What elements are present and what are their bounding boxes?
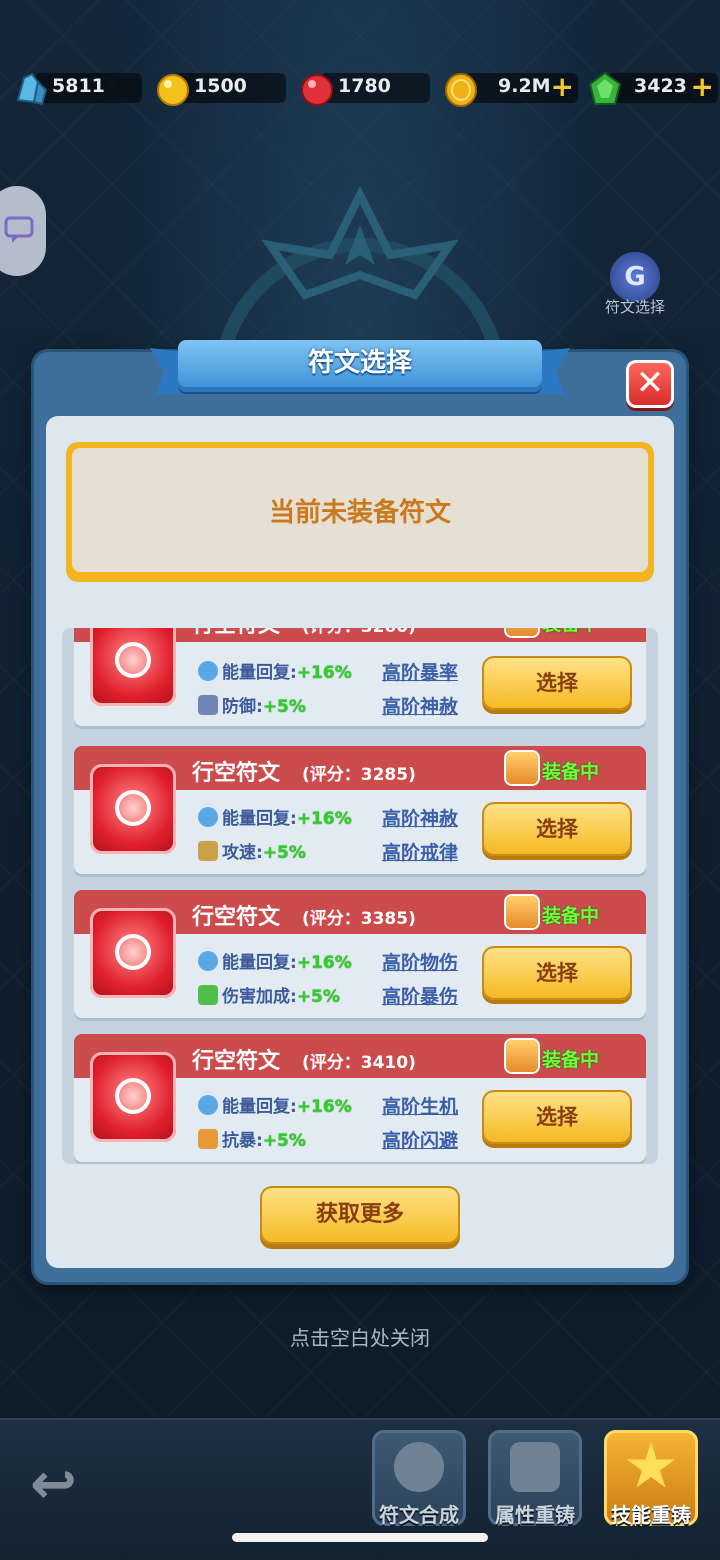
energy-drop-icon	[198, 951, 218, 971]
rune-stat-1: 能量回复:+16%	[198, 1092, 352, 1117]
green-gem-icon	[588, 71, 622, 105]
rune-card: 行空符文 (评分：3260) 装备中 能量回复:+16% 防御:+5% 高阶暴率…	[74, 628, 646, 726]
rune-bonus-link-2[interactable]: 高阶神赦	[382, 692, 458, 719]
energy-drop-icon	[198, 807, 218, 827]
anvil-icon	[510, 1442, 560, 1492]
add-gem-button[interactable]: +	[691, 72, 714, 102]
get-more-button[interactable]: 获取更多	[260, 1186, 460, 1244]
tool-rune-synthesis[interactable]: 符文合成	[372, 1430, 466, 1527]
rune-stat-1: 能量回复:+16%	[198, 658, 352, 683]
tap-to-close-hint: 点击空白处关闭	[290, 1326, 430, 1350]
rune-select-side-button[interactable]: G 符文选择	[598, 252, 672, 322]
equipped-status: 装备中	[542, 1049, 600, 1071]
current-rune-empty-text: 当前未装备符文	[268, 498, 451, 528]
rune-name: 行空符文	[192, 761, 281, 786]
rune-name: 行空符文	[192, 628, 280, 639]
rune-score: (评分：3285)	[302, 765, 416, 785]
hero-avatar-icon	[506, 896, 538, 928]
select-rune-button[interactable]: 选择	[482, 802, 632, 856]
rune-select-label: 符文选择	[604, 298, 665, 316]
rune-synthesis-icon	[394, 1442, 444, 1492]
close-button[interactable]: ✕	[626, 360, 674, 408]
home-indicator[interactable]	[232, 1533, 488, 1542]
resource-value: 3423	[634, 75, 687, 97]
crit-resist-icon	[198, 1129, 218, 1149]
gold-orb-icon	[157, 74, 189, 106]
rune-bonus-link-1[interactable]: 高阶神赦	[382, 804, 458, 831]
sword-icon	[198, 841, 218, 861]
red-rune-gem-icon	[90, 628, 176, 706]
current-rune-slot: 当前未装备符文	[66, 442, 654, 582]
tool-label: 技能重铸	[611, 1503, 691, 1527]
rune-card: 行空符文 (评分：3285) 装备中 能量回复:+16% 攻速:+5% 高阶神赦…	[74, 746, 646, 874]
resource-value: 1500	[194, 75, 247, 97]
select-rune-button[interactable]: 选择	[482, 1090, 632, 1144]
hero-avatar-icon	[506, 1040, 538, 1072]
rune-list[interactable]: 行空符文 (评分：3260) 装备中 能量回复:+16% 防御:+5% 高阶暴率…	[62, 628, 658, 1164]
hero-avatar-icon	[506, 628, 538, 636]
tool-skill-reforge[interactable]: 技能重铸	[604, 1430, 698, 1527]
shield-icon	[198, 695, 218, 715]
rune-card: 行空符文 (评分：3385) 装备中 能量回复:+16% 伤害加成:+5% 高阶…	[74, 890, 646, 1018]
tool-label: 符文合成	[379, 1503, 459, 1527]
resource-value: 9.2M	[498, 75, 551, 97]
rune-bonus-link-1[interactable]: 高阶暴率	[382, 658, 458, 685]
resource-green-gem[interactable]: 3423 +	[586, 70, 718, 108]
resource-gold-coin[interactable]: 9.2M +	[442, 70, 578, 108]
rune-bonus-link-1[interactable]: 高阶生机	[382, 1092, 458, 1119]
select-rune-button[interactable]: 选择	[482, 946, 632, 1000]
rune-score: (评分：3260)	[302, 628, 416, 637]
energy-drop-icon	[198, 1095, 218, 1115]
add-coin-button[interactable]: +	[551, 72, 574, 102]
tool-attribute-reforge[interactable]: 属性重铸	[488, 1430, 582, 1527]
red-rune-gem-icon	[90, 1052, 176, 1142]
equipped-status: 装备中	[542, 761, 600, 783]
resource-blue-crystal: 5811	[12, 70, 142, 108]
rune-stat-2: 攻速:+5%	[198, 838, 306, 863]
rune-bonus-link-2[interactable]: 高阶暴伤	[382, 982, 458, 1009]
rune-bonus-link-1[interactable]: 高阶物伤	[382, 948, 458, 975]
rune-score: (评分：3385)	[302, 909, 416, 929]
rune-name: 行空符文	[192, 1049, 281, 1074]
rune-score: (评分：3410)	[302, 1053, 416, 1073]
resource-red-orb: 1780	[298, 70, 430, 108]
rune-stat-2: 伤害加成:+5%	[198, 982, 340, 1007]
red-rune-gem-icon	[90, 908, 176, 998]
gold-coin-icon	[445, 73, 477, 107]
chat-icon	[4, 216, 34, 243]
rune-name: 行空符文	[192, 905, 281, 930]
hero-avatar-icon	[506, 752, 538, 784]
resource-gold-orb: 1500	[154, 70, 286, 108]
damage-up-icon	[198, 985, 218, 1005]
rune-stat-2: 抗暴:+5%	[198, 1126, 306, 1151]
dialog-title: 符文选择	[307, 348, 412, 378]
rune-select-icon: G	[610, 252, 660, 302]
red-rune-gem-icon	[90, 764, 176, 854]
rune-card: 行空符文 (评分：3410) 装备中 能量回复:+16% 抗暴:+5% 高阶生机…	[74, 1034, 646, 1162]
resource-value: 1780	[338, 75, 391, 97]
resource-value: 5811	[52, 75, 105, 97]
blue-crystal-icon	[16, 72, 48, 106]
rune-bonus-link-2[interactable]: 高阶闪避	[382, 1126, 458, 1153]
tool-label: 属性重铸	[495, 1503, 575, 1527]
rune-stat-1: 能量回复:+16%	[198, 804, 352, 829]
energy-drop-icon	[198, 661, 218, 681]
chat-button[interactable]	[0, 186, 46, 276]
star-icon	[627, 1442, 675, 1488]
back-arrow-icon[interactable]: ↩	[30, 1455, 100, 1515]
rune-bonus-link-2[interactable]: 高阶戒律	[382, 838, 458, 865]
red-orb-icon	[301, 74, 333, 106]
rune-stat-2: 防御:+5%	[198, 692, 306, 717]
rune-stat-1: 能量回复:+16%	[198, 948, 352, 973]
equipped-status: 装备中	[542, 905, 600, 927]
dialog-title-ribbon: 符文选择	[150, 336, 570, 408]
select-rune-button[interactable]: 选择	[482, 656, 632, 710]
equipped-status: 装备中	[542, 628, 599, 636]
